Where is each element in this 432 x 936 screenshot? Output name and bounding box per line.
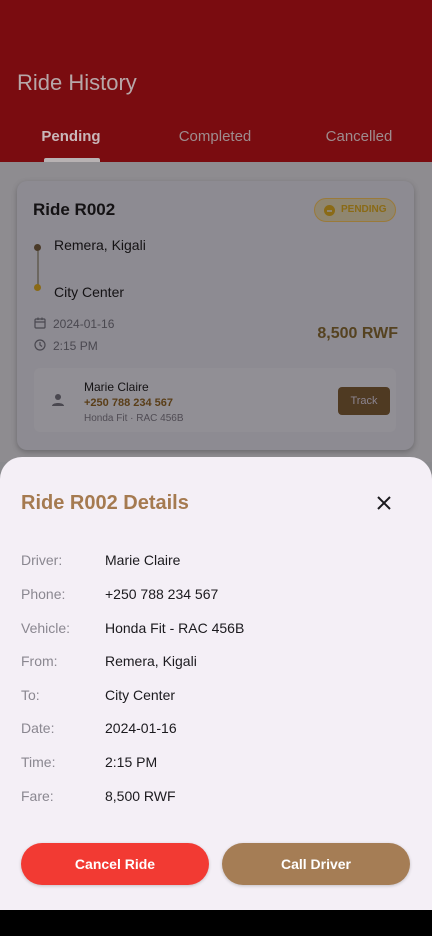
- detail-row-vehicle: Vehicle: Honda Fit - RAC 456B: [21, 620, 411, 640]
- tab-pending[interactable]: Pending: [1, 128, 141, 145]
- ride-date: 2024-01-16: [53, 317, 115, 331]
- person-icon: [52, 394, 64, 406]
- driver-name: Marie Claire: [84, 380, 149, 394]
- detail-value: Remera, Kigali: [105, 653, 197, 669]
- detail-label: Phone:: [21, 586, 66, 602]
- detail-row-from: From: Remera, Kigali: [21, 653, 411, 673]
- detail-value: +250 788 234 567: [105, 586, 219, 602]
- route-line: [37, 251, 39, 287]
- ride-card[interactable]: Ride R002 PENDING Remera, Kigali City Ce…: [17, 181, 414, 450]
- detail-row-to: To: City Center: [21, 687, 411, 707]
- close-icon[interactable]: [375, 494, 393, 512]
- detail-value: 2:15 PM: [105, 754, 158, 770]
- status-badge: PENDING: [314, 198, 396, 222]
- ride-details-sheet: Ride R002 Details Driver: Marie Claire P…: [0, 457, 432, 910]
- call-driver-button[interactable]: Call Driver: [222, 843, 410, 885]
- dropoff-location: City Center: [54, 284, 125, 300]
- driver-vehicle: Honda Fit · RAC 456B: [84, 413, 184, 424]
- detail-label: To:: [21, 687, 40, 703]
- ride-title: Ride R002: [33, 200, 116, 219]
- detail-label: From:: [21, 653, 58, 669]
- pickup-dot-icon: [34, 244, 41, 251]
- detail-label: Fare:: [21, 788, 54, 804]
- calendar-icon: [34, 317, 46, 329]
- detail-row-fare: Fare: 8,500 RWF: [21, 788, 411, 808]
- detail-label: Date:: [21, 720, 55, 736]
- ride-fare: 8,500 RWF: [317, 325, 398, 342]
- status-label: PENDING: [341, 204, 387, 215]
- detail-value: City Center: [105, 687, 176, 703]
- detail-row-phone: Phone: +250 788 234 567: [21, 586, 411, 606]
- detail-label: Time:: [21, 754, 56, 770]
- detail-value: Marie Claire: [105, 552, 181, 568]
- detail-row-driver: Driver: Marie Claire: [21, 552, 411, 572]
- ride-time: 2:15 PM: [53, 339, 98, 353]
- track-button[interactable]: Track: [338, 387, 390, 415]
- driver-info: Marie Claire +250 788 234 567 Honda Fit …: [34, 368, 396, 432]
- dropoff-dot-icon: [34, 284, 41, 291]
- driver-phone: +250 788 234 567: [84, 397, 174, 409]
- detail-row-time: Time: 2:15 PM: [21, 754, 411, 774]
- detail-value: Honda Fit - RAC 456B: [105, 620, 245, 636]
- system-nav-bar: [0, 910, 432, 936]
- app-bar: Ride History Pending Completed Cancelled: [0, 0, 432, 162]
- tab-cancelled[interactable]: Cancelled: [289, 128, 429, 145]
- detail-label: Vehicle:: [21, 620, 71, 636]
- pickup-location: Remera, Kigali: [54, 237, 146, 253]
- clock-icon: [34, 339, 46, 351]
- page-title: Ride History: [17, 70, 137, 95]
- detail-row-date: Date: 2024-01-16: [21, 720, 411, 740]
- detail-label: Driver:: [21, 552, 63, 568]
- status-dot-icon: [324, 205, 335, 216]
- sheet-title: Ride R002 Details: [21, 492, 189, 514]
- tab-completed[interactable]: Completed: [145, 128, 285, 145]
- detail-value: 8,500 RWF: [105, 788, 176, 804]
- cancel-ride-button[interactable]: Cancel Ride: [21, 843, 209, 885]
- detail-value: 2024-01-16: [105, 720, 177, 736]
